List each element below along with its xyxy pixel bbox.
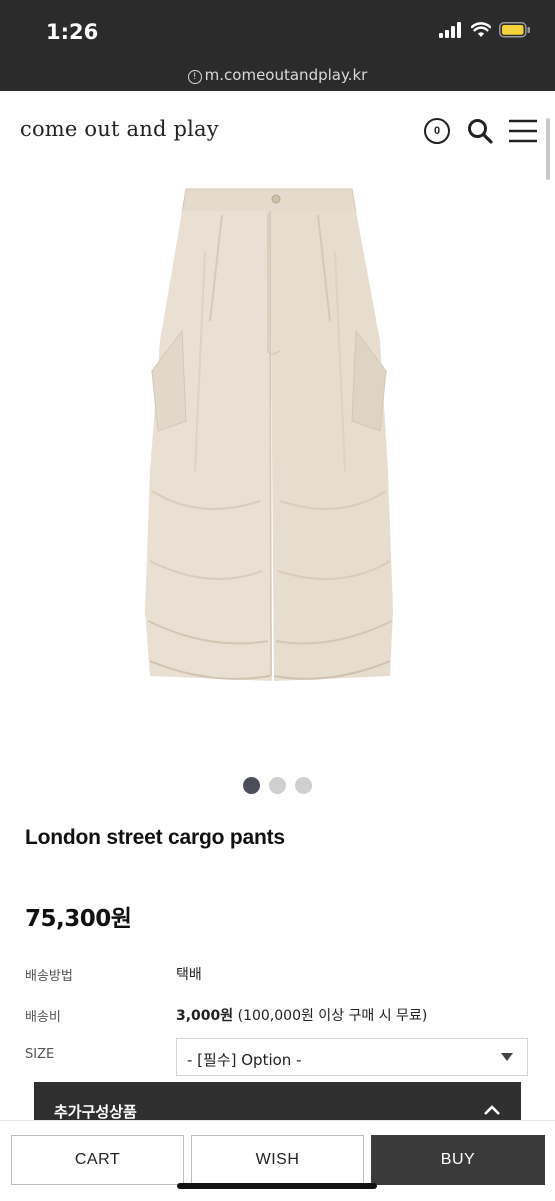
- status-icons: [439, 22, 531, 38]
- pagination-dot[interactable]: [243, 777, 260, 794]
- image-pagination: [243, 777, 312, 794]
- buy-button[interactable]: BUY: [371, 1135, 545, 1185]
- signal-icon: [439, 22, 461, 38]
- shipping-fee-note: (100,000원 이상 구매 시 무료): [233, 1008, 428, 1024]
- wish-button[interactable]: WISH: [191, 1135, 364, 1185]
- url-bar[interactable]: ! m.comeoutandplay.kr: [0, 66, 555, 84]
- battery-icon: [499, 22, 530, 38]
- chevron-up-icon: [484, 1105, 500, 1115]
- size-label: SIZE: [25, 1047, 55, 1062]
- shipping-fee-amount: 3,000원: [176, 1008, 234, 1024]
- shipping-method-label: 배송방법: [25, 969, 73, 984]
- status-bar: 1:26 ! m.comeoutandplay.kr: [0, 0, 555, 91]
- shipping-method-value: 택배: [176, 967, 202, 983]
- info-icon: !: [187, 70, 202, 84]
- product-price: 75,300원: [25, 906, 132, 932]
- shipping-fee-value: 3,000원 (100,000원 이상 구매 시 무료): [176, 1005, 427, 1025]
- site-header: come out and play 0: [0, 91, 555, 171]
- cart-count-badge[interactable]: 0: [424, 118, 450, 144]
- product-title: London street cargo pants: [25, 826, 285, 849]
- pagination-dot[interactable]: [269, 777, 286, 794]
- shipping-fee-label: 배송비: [25, 1010, 61, 1025]
- size-select[interactable]: - [필수] Option -: [176, 1038, 528, 1076]
- size-select-value: - [필수] Option -: [187, 1051, 302, 1069]
- cart-button[interactable]: CART: [11, 1135, 184, 1185]
- pagination-dot[interactable]: [295, 777, 312, 794]
- clock: 1:26: [46, 20, 99, 44]
- wifi-icon: [471, 22, 491, 37]
- product-image[interactable]: [0, 171, 555, 761]
- site-logo[interactable]: come out and play: [20, 117, 219, 141]
- home-indicator[interactable]: [177, 1183, 377, 1189]
- search-icon[interactable]: [466, 117, 494, 145]
- menu-icon[interactable]: [508, 118, 538, 144]
- addon-products-label: 추가구성상품: [54, 1103, 137, 1121]
- url-text: m.comeoutandplay.kr: [204, 66, 368, 84]
- chevron-down-icon: [501, 1053, 513, 1061]
